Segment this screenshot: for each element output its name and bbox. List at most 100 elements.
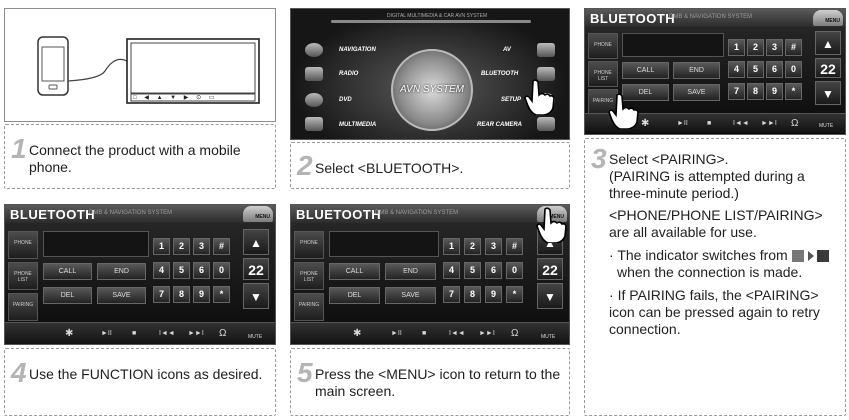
keypad-key[interactable]: 9 [193, 286, 210, 303]
keypad-key[interactable]: * [785, 83, 802, 100]
menu-button[interactable]: MENU [813, 10, 843, 26]
keypad-key[interactable]: 3 [485, 238, 502, 255]
rear-camera-icon[interactable] [537, 117, 555, 131]
call-button[interactable]: CALL [329, 263, 380, 280]
phone-button[interactable]: PHONE [294, 231, 324, 259]
headset-icon[interactable]: Ω [219, 328, 226, 339]
menu-item-av[interactable]: AV [503, 47, 511, 53]
menu-item-bluetooth[interactable]: BLUETOOTH [481, 71, 518, 77]
phone-list-button[interactable]: PHONE LIST [588, 61, 618, 87]
menu-item-dvd[interactable]: DVD [339, 97, 352, 103]
navigation-icon[interactable] [305, 43, 323, 57]
keypad-key[interactable]: 4 [443, 262, 460, 279]
save-button[interactable]: SAVE [673, 84, 720, 101]
keypad-key[interactable]: 8 [464, 286, 481, 303]
call-button[interactable]: CALL [622, 62, 669, 79]
mute-button[interactable]: MUTE [248, 334, 262, 340]
dvd-icon[interactable] [305, 93, 323, 107]
keypad-key[interactable]: 8 [173, 286, 190, 303]
menu-item-radio[interactable]: RADIO [339, 71, 358, 77]
keypad-key[interactable]: 6 [193, 262, 210, 279]
next-button[interactable]: ►►I [479, 330, 495, 337]
keypad-key[interactable]: 3 [766, 39, 783, 56]
keypad-key[interactable]: 7 [153, 286, 170, 303]
volume-up-button[interactable]: ▲ [243, 229, 269, 255]
bt-subtitle: DMB & NAVIGATION SYSTEM [375, 210, 459, 216]
mute-button[interactable]: MUTE [819, 123, 833, 129]
phone-button[interactable]: PHONE [8, 231, 38, 259]
keypad-key[interactable]: 5 [173, 262, 190, 279]
menu-button[interactable]: MENU [243, 206, 273, 222]
keypad-key[interactable]: * [506, 286, 523, 303]
volume-down-button[interactable]: ▼ [243, 283, 269, 309]
keypad-key[interactable]: 1 [443, 238, 460, 255]
mute-button[interactable]: MUTE [541, 334, 555, 340]
call-button[interactable]: CALL [43, 263, 92, 280]
menu-item-setup[interactable]: SETUP [501, 97, 521, 103]
end-button[interactable]: END [97, 263, 146, 280]
keypad-key[interactable]: 1 [153, 238, 170, 255]
keypad-key[interactable]: 0 [506, 262, 523, 279]
headset-icon[interactable]: Ω [511, 328, 518, 339]
keypad-key[interactable]: 4 [728, 61, 745, 78]
multimedia-icon[interactable] [305, 117, 323, 131]
keypad-key[interactable]: 9 [766, 83, 783, 100]
bt-title: BLUETOOTH [296, 207, 382, 222]
bullet1-text-before: The indicator switches from [617, 247, 788, 263]
keypad-key[interactable]: 0 [785, 61, 802, 78]
previous-button[interactable]: I◄◄ [449, 330, 465, 337]
keypad-key[interactable]: # [506, 238, 523, 255]
step1-caption-box: 1 Connect the product with a mobile phon… [4, 124, 276, 189]
keypad-key[interactable]: 3 [193, 238, 210, 255]
phone-button[interactable]: PHONE [588, 33, 618, 59]
save-button[interactable]: SAVE [97, 287, 146, 304]
av-icon[interactable] [537, 43, 555, 57]
keypad-key[interactable]: 2 [747, 39, 764, 56]
menu-item-multimedia[interactable]: MULTIMEDIA [339, 122, 376, 128]
keypad-key[interactable]: 0 [213, 262, 230, 279]
del-button[interactable]: DEL [43, 287, 92, 304]
pairing-button[interactable]: PAIRING [8, 293, 38, 321]
keypad-key[interactable]: 6 [485, 262, 502, 279]
del-button[interactable]: DEL [329, 287, 380, 304]
stop-button[interactable]: ■ [132, 330, 136, 337]
volume-up-button[interactable]: ▲ [815, 31, 841, 55]
previous-button[interactable]: I◄◄ [159, 330, 175, 337]
menu-item-rear-camera[interactable]: REAR CAMERA [477, 122, 522, 128]
keypad-key[interactable]: 8 [747, 83, 764, 100]
keypad-key[interactable]: # [213, 238, 230, 255]
play-pause-button[interactable]: ►II [391, 330, 402, 337]
menu-item-navigation[interactable]: NAVIGATION [339, 47, 376, 53]
previous-button[interactable]: I◄◄ [733, 120, 749, 127]
volume-down-button[interactable]: ▼ [815, 81, 841, 105]
keypad-key[interactable]: 2 [464, 238, 481, 255]
stop-button[interactable]: ■ [707, 120, 711, 127]
keypad-key[interactable]: * [213, 286, 230, 303]
end-button[interactable]: END [385, 263, 436, 280]
play-pause-button[interactable]: ►II [101, 330, 112, 337]
phone-list-button[interactable]: PHONE LIST [8, 262, 38, 290]
pairing-button[interactable]: PAIRING [294, 293, 324, 321]
save-button[interactable]: SAVE [385, 287, 436, 304]
end-button[interactable]: END [673, 62, 720, 79]
play-pause-button[interactable]: ►II [677, 120, 688, 127]
phone-list-button[interactable]: PHONE LIST [294, 262, 324, 290]
keypad-key[interactable]: 4 [153, 262, 170, 279]
keypad-key[interactable]: # [785, 39, 802, 56]
next-button[interactable]: ►►I [761, 120, 777, 127]
main-menu-header: DIGITAL MULTIMEDIA & CAR AVN SYSTEM [387, 13, 488, 19]
step3-caption-box: 3 Select <PAIRING>. (PAIRING is attempte… [584, 138, 846, 416]
keypad-key[interactable]: 5 [464, 262, 481, 279]
keypad-key[interactable]: 5 [747, 61, 764, 78]
stop-button[interactable]: ■ [422, 330, 426, 337]
keypad-key[interactable]: 7 [443, 286, 460, 303]
headset-icon[interactable]: Ω [791, 118, 798, 129]
keypad-key[interactable]: 7 [728, 83, 745, 100]
keypad-key[interactable]: 6 [766, 61, 783, 78]
next-button[interactable]: ►►I [188, 330, 204, 337]
keypad-key[interactable]: 9 [485, 286, 502, 303]
volume-down-button[interactable]: ▼ [537, 283, 563, 309]
radio-icon[interactable] [305, 67, 323, 81]
keypad-key[interactable]: 2 [173, 238, 190, 255]
keypad-key[interactable]: 1 [728, 39, 745, 56]
